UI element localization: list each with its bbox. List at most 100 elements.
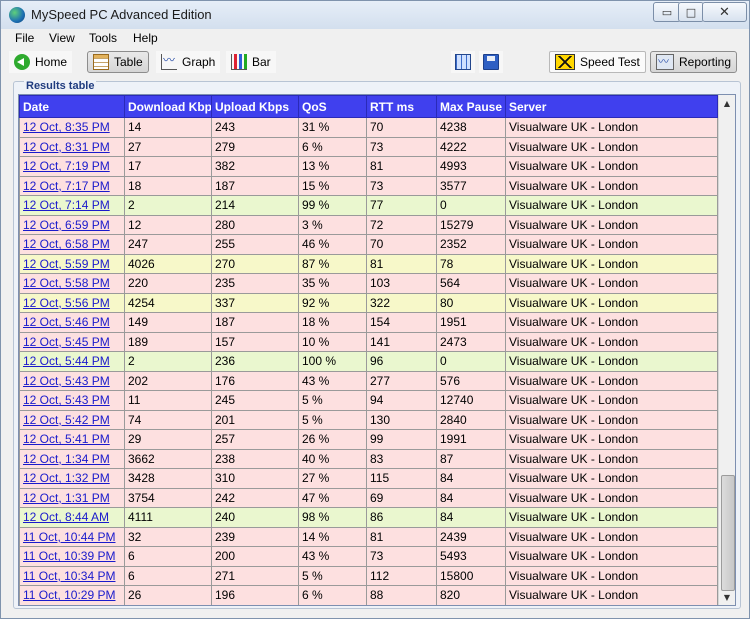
column-header-rtt[interactable]: RTT ms	[366, 95, 437, 118]
cell-date[interactable]: 11 Oct, 10:29 PM	[19, 585, 125, 605]
table-row[interactable]: 12 Oct, 5:43 PM 202 176 43 % 277 576 Visualwar…	[19, 370, 718, 391]
table-row[interactable]: 11 Oct, 10:39 PM 6 200 43 % 73 5493 Visualware…	[19, 546, 718, 567]
cell-qos: 3 %	[298, 214, 367, 235]
table-row[interactable]: 12 Oct, 8:31 PM 27 279 6 % 73 4222 Visualware …	[19, 136, 718, 157]
cell-qos: 26 %	[298, 429, 367, 450]
cell-max-pause: 84	[436, 468, 506, 489]
table-row[interactable]: 12 Oct, 5:45 PM 189 157 10 % 141 2473 Visualwa…	[19, 331, 718, 352]
cell-date[interactable]: 11 Oct, 10:34 PM	[19, 565, 125, 586]
cell-date[interactable]: 12 Oct, 5:59 PM	[19, 253, 125, 274]
cell-upload: 239	[211, 526, 299, 547]
table-row[interactable]: 11 Oct, 10:34 PM 6 271 5 % 112 15800 Visualwar…	[19, 565, 718, 586]
cell-date[interactable]: 12 Oct, 7:14 PM	[19, 195, 125, 216]
table-row[interactable]: 12 Oct, 5:58 PM 220 235 35 % 103 564 Visualwar…	[19, 273, 718, 294]
column-header-date[interactable]: Date	[19, 95, 125, 118]
column-header-server[interactable]: Server	[505, 95, 718, 118]
scrollbar-thumb[interactable]	[721, 475, 735, 591]
menu-view[interactable]: View	[49, 31, 75, 45]
menu-file[interactable]: File	[15, 31, 34, 45]
cell-date[interactable]: 12 Oct, 8:44 AM	[19, 507, 125, 528]
cell-max-pause: 80	[436, 292, 506, 313]
menu-help[interactable]: Help	[133, 31, 158, 45]
table-row[interactable]: 12 Oct, 7:14 PM 2 214 99 % 77 0 Visualware UK …	[19, 195, 718, 216]
graph-button[interactable]: Graph	[156, 51, 221, 73]
cell-date[interactable]: 12 Oct, 7:17 PM	[19, 175, 125, 196]
cell-date[interactable]: 12 Oct, 7:19 PM	[19, 156, 125, 177]
table-row[interactable]: 12 Oct, 5:43 PM 11 245 5 % 94 12740 Visualware…	[19, 390, 718, 411]
cell-date[interactable]: 11 Oct, 10:44 PM	[19, 526, 125, 547]
save-button[interactable]	[479, 51, 503, 73]
app-globe-icon	[9, 7, 25, 23]
cell-qos: 46 %	[298, 234, 367, 255]
table-row[interactable]: 12 Oct, 5:42 PM 74 201 5 % 130 2840 Visualware…	[19, 409, 718, 430]
cell-max-pause: 15800	[436, 565, 506, 586]
cell-qos: 18 %	[298, 312, 367, 333]
table-row[interactable]: 12 Oct, 5:46 PM 149 187 18 % 154 1951 Visualwa…	[19, 312, 718, 333]
cell-date[interactable]: 12 Oct, 5:45 PM	[19, 331, 125, 352]
table-row[interactable]: 12 Oct, 7:19 PM 17 382 13 % 81 4993 Visualware…	[19, 156, 718, 177]
cell-date[interactable]: 12 Oct, 6:58 PM	[19, 234, 125, 255]
table-row[interactable]: 11 Oct, 10:29 PM 26 196 6 % 88 820 Visualware …	[19, 585, 718, 605]
column-header-download[interactable]: Download Kbps	[124, 95, 212, 118]
table-row[interactable]: 12 Oct, 5:41 PM 29 257 26 % 99 1991 Visualware…	[19, 429, 718, 450]
cell-date[interactable]: 12 Oct, 8:31 PM	[19, 136, 125, 157]
reporting-button[interactable]: Reporting	[650, 51, 738, 73]
cell-upload: 337	[211, 292, 299, 313]
minimize-button[interactable]: ▭	[653, 2, 681, 22]
vertical-scrollbar[interactable]: ▲ ▼	[718, 95, 735, 605]
cell-date[interactable]: 12 Oct, 6:59 PM	[19, 214, 125, 235]
cell-date[interactable]: 12 Oct, 1:32 PM	[19, 468, 125, 489]
columns-button[interactable]	[451, 51, 475, 73]
cell-rtt: 81	[366, 526, 437, 547]
table-row[interactable]: 12 Oct, 6:58 PM 247 255 46 % 70 2352 Visualwar…	[19, 234, 718, 255]
close-button[interactable]: ✕	[702, 2, 747, 22]
table-row[interactable]: 12 Oct, 5:44 PM 2 236 100 % 96 0 Visualware UK…	[19, 351, 718, 372]
column-header-qos[interactable]: QoS	[298, 95, 367, 118]
cell-max-pause: 87	[436, 448, 506, 469]
column-header-upload[interactable]: Upload Kbps	[211, 95, 299, 118]
home-button[interactable]: Home	[9, 51, 73, 73]
cell-server: Visualware UK - London	[505, 273, 718, 294]
table-row[interactable]: 12 Oct, 6:59 PM 12 280 3 % 72 15279 Visualware…	[19, 214, 718, 235]
table-row[interactable]: 11 Oct, 10:44 PM 32 239 14 % 81 2439 Visualwar…	[19, 526, 718, 547]
speed-test-button[interactable]: Speed Test	[549, 51, 646, 73]
table-row[interactable]: 12 Oct, 7:17 PM 18 187 15 % 73 3577 Visualware…	[19, 175, 718, 196]
table-row[interactable]: 12 Oct, 8:35 PM 14 243 31 % 70 4238 Visualware…	[19, 117, 718, 138]
table-row[interactable]: 12 Oct, 5:59 PM 4026 270 87 % 81 78 Visualware…	[19, 253, 718, 274]
cell-server: Visualware UK - London	[505, 312, 718, 333]
maximize-button[interactable]: □	[678, 2, 704, 22]
cell-download: 149	[124, 312, 212, 333]
cell-rtt: 154	[366, 312, 437, 333]
scroll-up-arrow-icon[interactable]: ▲	[719, 95, 735, 111]
cell-date[interactable]: 12 Oct, 8:35 PM	[19, 117, 125, 138]
table-row[interactable]: 12 Oct, 1:31 PM 3754 242 47 % 69 84 Visualware…	[19, 487, 718, 508]
cell-date[interactable]: 12 Oct, 5:58 PM	[19, 273, 125, 294]
table-row[interactable]: 12 Oct, 5:56 PM 4254 337 92 % 322 80 Visualwar…	[19, 292, 718, 313]
cell-download: 3662	[124, 448, 212, 469]
cell-upload: 257	[211, 429, 299, 450]
cell-date[interactable]: 12 Oct, 5:43 PM	[19, 390, 125, 411]
cell-date[interactable]: 12 Oct, 5:46 PM	[19, 312, 125, 333]
cell-date[interactable]: 11 Oct, 10:39 PM	[19, 546, 125, 567]
cell-qos: 13 %	[298, 156, 367, 177]
column-header-max-pause[interactable]: Max Pause	[436, 95, 506, 118]
cell-date[interactable]: 12 Oct, 5:56 PM	[19, 292, 125, 313]
table-row[interactable]: 12 Oct, 1:32 PM 3428 310 27 % 115 84 Visualwar…	[19, 468, 718, 489]
menu-tools[interactable]: Tools	[89, 31, 117, 45]
table-row[interactable]: 12 Oct, 1:34 PM 3662 238 40 % 83 87 Visualware…	[19, 448, 718, 469]
cell-upload: 201	[211, 409, 299, 430]
cell-date[interactable]: 12 Oct, 5:41 PM	[19, 429, 125, 450]
cell-date[interactable]: 12 Oct, 5:44 PM	[19, 351, 125, 372]
cell-date[interactable]: 12 Oct, 1:31 PM	[19, 487, 125, 508]
table-button[interactable]: Table	[87, 51, 149, 73]
bar-button[interactable]: Bar	[226, 51, 276, 73]
cell-date[interactable]: 12 Oct, 5:43 PM	[19, 370, 125, 391]
table-row[interactable]: 12 Oct, 8:44 AM 4111 240 98 % 86 84 Visualware…	[19, 507, 718, 528]
cell-rtt: 81	[366, 156, 437, 177]
bar-label: Bar	[252, 55, 271, 69]
cell-date[interactable]: 12 Oct, 5:42 PM	[19, 409, 125, 430]
scroll-down-arrow-icon[interactable]: ▼	[719, 589, 735, 605]
cell-rtt: 96	[366, 351, 437, 372]
cell-rtt: 81	[366, 253, 437, 274]
cell-date[interactable]: 12 Oct, 1:34 PM	[19, 448, 125, 469]
